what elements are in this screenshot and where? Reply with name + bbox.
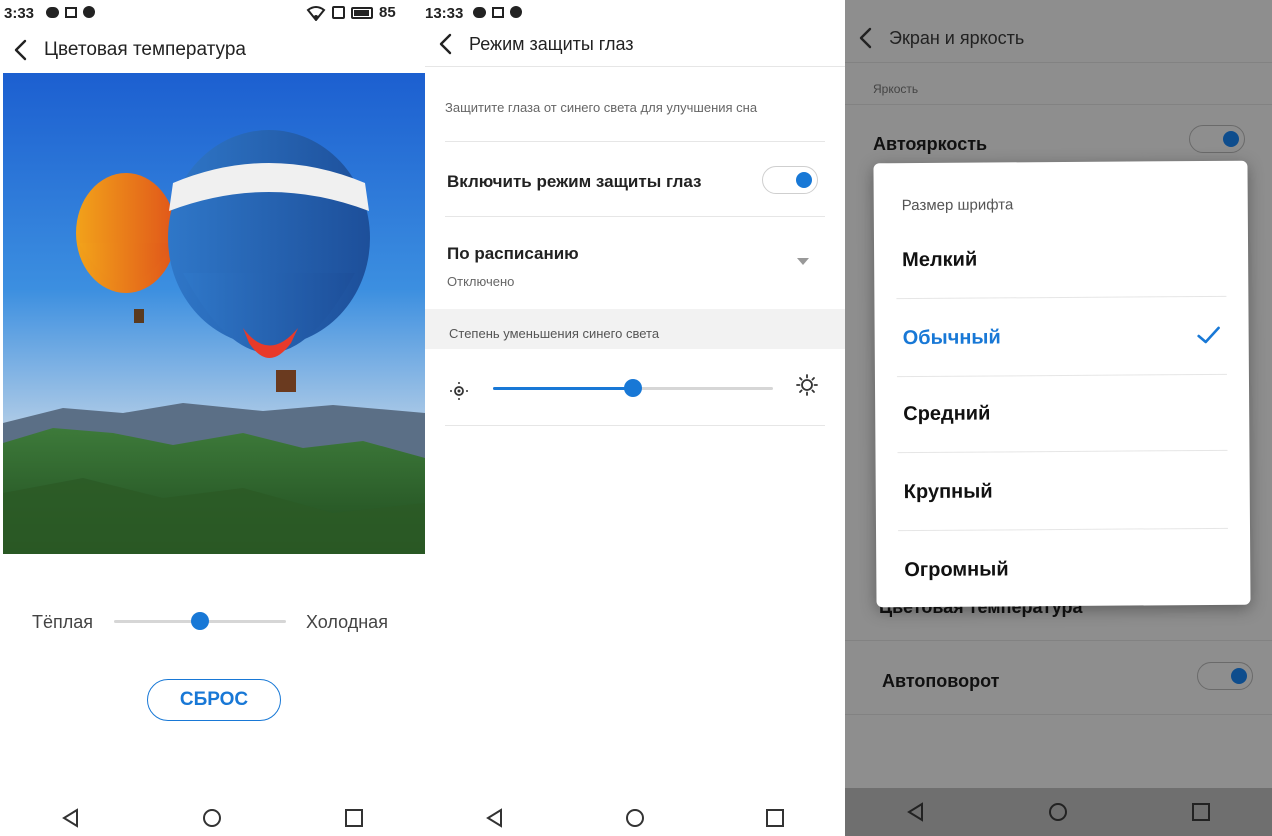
nav-home-icon[interactable] xyxy=(624,807,646,829)
color-temperature-slider-row: Тёплая Холодная xyxy=(0,604,425,638)
auto-brightness-label: Автояркость xyxy=(873,134,988,154)
font-size-option-selected[interactable]: Обычный xyxy=(874,299,1249,378)
checkmark-icon xyxy=(1197,326,1220,344)
nav-back-icon[interactable] xyxy=(905,801,927,823)
eye-protection-toggle-label: Включить режим защиты глаз xyxy=(447,172,702,191)
gallery-icon xyxy=(65,6,77,18)
back-arrow-icon xyxy=(14,39,27,61)
option-label: Обычный xyxy=(902,326,1001,350)
divider xyxy=(845,714,1272,715)
option-label: Мелкий xyxy=(902,248,978,272)
font-size-dialog: Размер шрифта Мелкий Обычный Средний Кру… xyxy=(873,160,1251,610)
screen-icon xyxy=(332,6,345,19)
page-title: Экран и яркость xyxy=(889,27,1025,48)
navigation-bar xyxy=(845,788,1272,836)
sync-icon xyxy=(83,6,95,18)
toggle-knob xyxy=(1223,131,1239,147)
option-label: Крупный xyxy=(903,480,993,504)
back-button[interactable] xyxy=(0,26,40,74)
top-bar: Режим защиты глаз xyxy=(425,20,845,68)
message-icon xyxy=(473,6,486,18)
nav-recents-icon[interactable] xyxy=(764,807,786,829)
nav-recents-icon[interactable] xyxy=(343,807,365,829)
brightness-section-header: Яркость xyxy=(873,82,919,96)
top-bar: Цветовая температура xyxy=(0,26,425,74)
temperature-slider-thumb[interactable] xyxy=(191,612,209,630)
divider xyxy=(845,640,1272,641)
back-arrow-icon xyxy=(439,33,452,55)
message-icon xyxy=(46,6,59,18)
dropdown-arrow-icon xyxy=(797,258,809,265)
divider xyxy=(845,104,1272,105)
font-size-option[interactable]: Огромный xyxy=(876,531,1251,610)
nav-back-icon[interactable] xyxy=(484,807,506,829)
nav-back-icon[interactable] xyxy=(60,807,82,829)
wifi-icon xyxy=(306,5,326,21)
divider xyxy=(445,425,825,426)
back-button[interactable] xyxy=(425,20,465,68)
font-size-option[interactable]: Крупный xyxy=(875,453,1250,532)
nav-recents-icon[interactable] xyxy=(1190,801,1212,823)
navigation-bar xyxy=(0,800,425,836)
low-brightness-icon xyxy=(450,382,468,400)
auto-rotate-label: Автоповорот xyxy=(882,671,1000,691)
status-bar: 3:33 85 xyxy=(0,0,425,26)
font-size-option[interactable]: Средний xyxy=(875,375,1250,454)
font-size-option[interactable]: Мелкий xyxy=(874,221,1249,300)
page-title: Цветовая температура xyxy=(44,39,246,60)
header-divider xyxy=(845,62,1272,63)
blue-light-slider-thumb[interactable] xyxy=(624,379,642,397)
eye-protection-screen: 13:33 Режим защиты глаз Защитите глаза о… xyxy=(425,0,845,836)
auto-brightness-toggle[interactable] xyxy=(1189,125,1245,153)
gallery-icon xyxy=(492,6,504,18)
status-time: 3:33 xyxy=(4,5,35,22)
divider xyxy=(445,141,825,142)
warm-label: Тёплая xyxy=(32,612,94,632)
preview-photo xyxy=(3,73,425,554)
eye-protection-toggle[interactable] xyxy=(762,166,818,194)
high-brightness-icon xyxy=(796,374,818,396)
blue-light-slider-fill xyxy=(493,387,633,390)
option-label: Средний xyxy=(903,402,991,426)
toggle-knob xyxy=(1231,668,1247,684)
nav-home-icon[interactable] xyxy=(201,807,223,829)
auto-rotate-toggle[interactable] xyxy=(1197,662,1253,690)
battery-level: 85 xyxy=(379,4,396,21)
sync-icon xyxy=(510,6,522,18)
display-brightness-screen: Экран и яркость Яркость Автояркость Цвет… xyxy=(845,0,1272,836)
toggle-knob xyxy=(796,172,812,188)
dialog-title: Размер шрифта xyxy=(901,196,1014,215)
section-title: Степень уменьшения синего света xyxy=(449,326,660,341)
cool-label: Холодная xyxy=(306,612,388,632)
schedule-value: Отключено xyxy=(447,274,515,289)
top-bar: Экран и яркость xyxy=(845,14,1272,62)
blue-light-section-header: Степень уменьшения синего света xyxy=(425,309,845,349)
notification-icons xyxy=(473,6,522,18)
notification-icons xyxy=(46,6,95,18)
option-label: Огромный xyxy=(904,558,1009,582)
schedule-title: По расписанию xyxy=(447,244,579,263)
back-button[interactable] xyxy=(845,14,885,62)
battery-icon xyxy=(351,6,373,19)
nav-home-icon[interactable] xyxy=(1047,801,1069,823)
color-temperature-screen: 3:33 85 Цветовая температура Тёплая Холо… xyxy=(0,0,425,836)
page-title: Режим защиты глаз xyxy=(469,33,634,54)
system-icons: 85 xyxy=(306,4,396,21)
back-arrow-icon xyxy=(859,27,872,49)
reset-button[interactable]: СБРОС xyxy=(147,679,281,721)
navigation-bar xyxy=(425,800,845,836)
header-divider xyxy=(425,66,845,67)
description-text: Защитите глаза от синего света для улучш… xyxy=(445,100,758,115)
divider xyxy=(445,216,825,217)
